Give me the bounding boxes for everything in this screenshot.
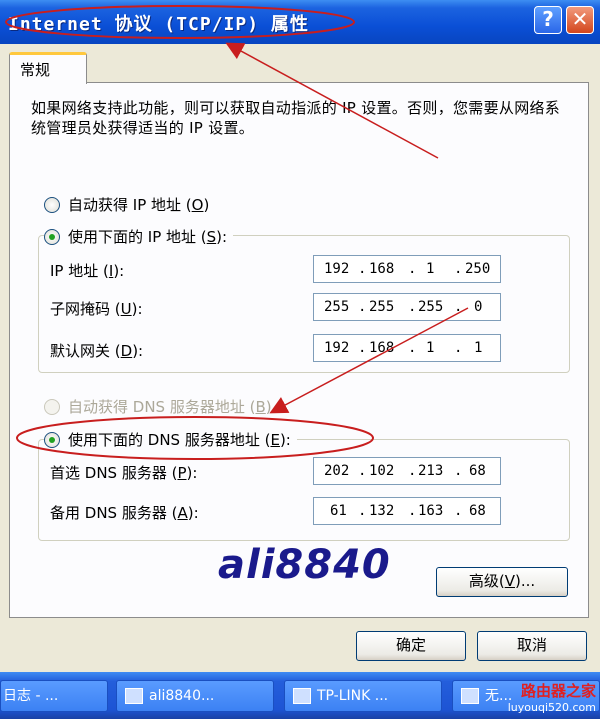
- tab-general[interactable]: 常规: [9, 52, 87, 84]
- close-icon: ✕: [571, 7, 589, 31]
- window-icon: [293, 688, 311, 704]
- ip-auto-key: O: [191, 195, 204, 214]
- dns-manual-radio[interactable]: 使用下面的 DNS 服务器地址 (E):: [44, 429, 297, 450]
- radio-circle-disabled: [44, 398, 60, 415]
- taskbar-item-tplink[interactable]: TP-LINK ...: [284, 680, 442, 712]
- cancel-button[interactable]: 取消: [477, 631, 587, 661]
- dns-manual-label: 使用下面的 DNS 服务器地址: [68, 431, 260, 449]
- help-icon: ?: [542, 7, 554, 31]
- description-text: 如果网络支持此功能，则可以获取自动指派的 IP 设置。否则，您需要从网络系统管理…: [31, 99, 561, 137]
- window-icon: [125, 688, 143, 704]
- ip-auto-radio[interactable]: 自动获得 IP 地址 (O): [44, 194, 216, 215]
- radio-circle: [44, 196, 60, 213]
- preferred-dns-label: 首选 DNS 服务器 (P):: [50, 464, 198, 482]
- ip-manual-radio[interactable]: 使用下面的 IP 地址 (S):: [44, 226, 234, 247]
- subnet-mask-input[interactable]: 255. 255. 255. 0: [313, 293, 501, 321]
- alternate-dns-input[interactable]: 61. 132. 163. 68: [313, 497, 501, 525]
- dns-server-group: [38, 439, 570, 541]
- preferred-dns-input[interactable]: 202. 102. 213. 68: [313, 457, 501, 485]
- ok-button[interactable]: 确定: [356, 631, 466, 661]
- radio-circle-checked: [44, 431, 60, 448]
- ip-address-input[interactable]: 192. 168. 1. 250: [313, 255, 501, 283]
- dns-manual-key: E: [270, 430, 280, 449]
- site-logo: 路由器之家 luyouqi520.com: [507, 682, 596, 714]
- ip-address-label: IP 地址 (I):: [50, 262, 125, 280]
- help-button[interactable]: ?: [534, 6, 562, 34]
- ip-manual-key: S: [206, 227, 217, 246]
- title-bar: Internet 协议 (TCP/IP) 属性 ? ✕: [0, 0, 600, 44]
- advanced-button[interactable]: 高级(V)...: [436, 567, 568, 597]
- window-icon: [461, 688, 479, 704]
- dns-auto-radio: 自动获得 DNS 服务器地址 (B): [44, 396, 278, 417]
- subnet-mask-label: 子网掩码 (U):: [50, 300, 143, 318]
- taskbar-item-log[interactable]: 日志 - ...: [0, 680, 108, 712]
- ip-auto-label: 自动获得 IP 地址: [68, 196, 182, 214]
- ip-manual-label: 使用下面的 IP 地址: [68, 228, 197, 246]
- radio-circle-checked: [44, 228, 60, 245]
- watermark-text: ali8840: [218, 542, 391, 588]
- alternate-dns-label: 备用 DNS 服务器 (A):: [50, 504, 199, 522]
- default-gateway-input[interactable]: 192. 168. 1. 1: [313, 334, 501, 362]
- tab-general-label: 常规: [20, 61, 51, 79]
- close-button[interactable]: ✕: [566, 6, 594, 34]
- window-title: Internet 协议 (TCP/IP) 属性: [8, 14, 309, 35]
- taskbar-item-ali8840[interactable]: ali8840...: [116, 680, 274, 712]
- dns-auto-label: 自动获得 DNS 服务器地址: [68, 398, 245, 416]
- dns-auto-key: B: [255, 397, 266, 416]
- default-gateway-label: 默认网关 (D):: [50, 342, 144, 360]
